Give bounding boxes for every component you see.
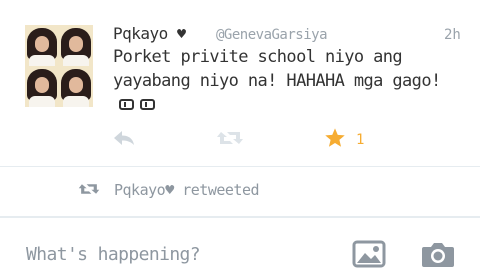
compose-bar[interactable]: What's happening? [0,216,480,270]
camera-icon [420,243,456,270]
retweet-context[interactable]: Pqkayo♥ retweeted [0,166,480,216]
emoji-icon [140,99,155,110]
tweet-timestamp: 2h [444,27,461,43]
emoji-icon [119,99,134,110]
star-icon [324,127,346,153]
compose-input[interactable]: What's happening? [26,244,201,265]
favorite-button[interactable]: 1 [324,126,374,154]
add-image-button[interactable] [352,240,386,270]
retweeter-name[interactable]: Pqkayo [114,181,166,199]
author-handle[interactable]: @GenevaGarsiya [216,27,328,43]
tweet-card[interactable]: Pqkayo ♥ @GenevaGarsiya 2h Porket privit… [0,0,480,166]
retweet-icon [216,128,244,152]
reply-icon [112,128,136,152]
retweeted-label: retweeted [182,181,260,199]
favorite-count: 1 [356,132,365,148]
heart-icon: ♥ [165,181,174,199]
camera-button[interactable] [420,240,456,270]
tweet-text: Porket privite school niyo ang yayabang … [113,46,458,117]
avatar-photo-tile [25,25,59,66]
avatar-photo-tile [59,25,93,66]
avatar-photo-tile [25,66,59,107]
tweet-text-body: Porket privite school niyo ang yayabang … [113,47,441,91]
image-icon [352,240,386,270]
heart-icon: ♥ [176,25,186,43]
author-name[interactable]: Pqkayo ♥ [113,24,186,43]
avatar-photo-tile [59,66,93,107]
reply-button[interactable] [112,126,144,154]
author-name-text: Pqkayo [113,24,168,43]
avatar[interactable] [25,25,93,107]
retweet-text: Pqkayo♥ retweeted [114,181,260,199]
retweet-button[interactable] [216,126,248,154]
retweet-icon [78,181,100,201]
